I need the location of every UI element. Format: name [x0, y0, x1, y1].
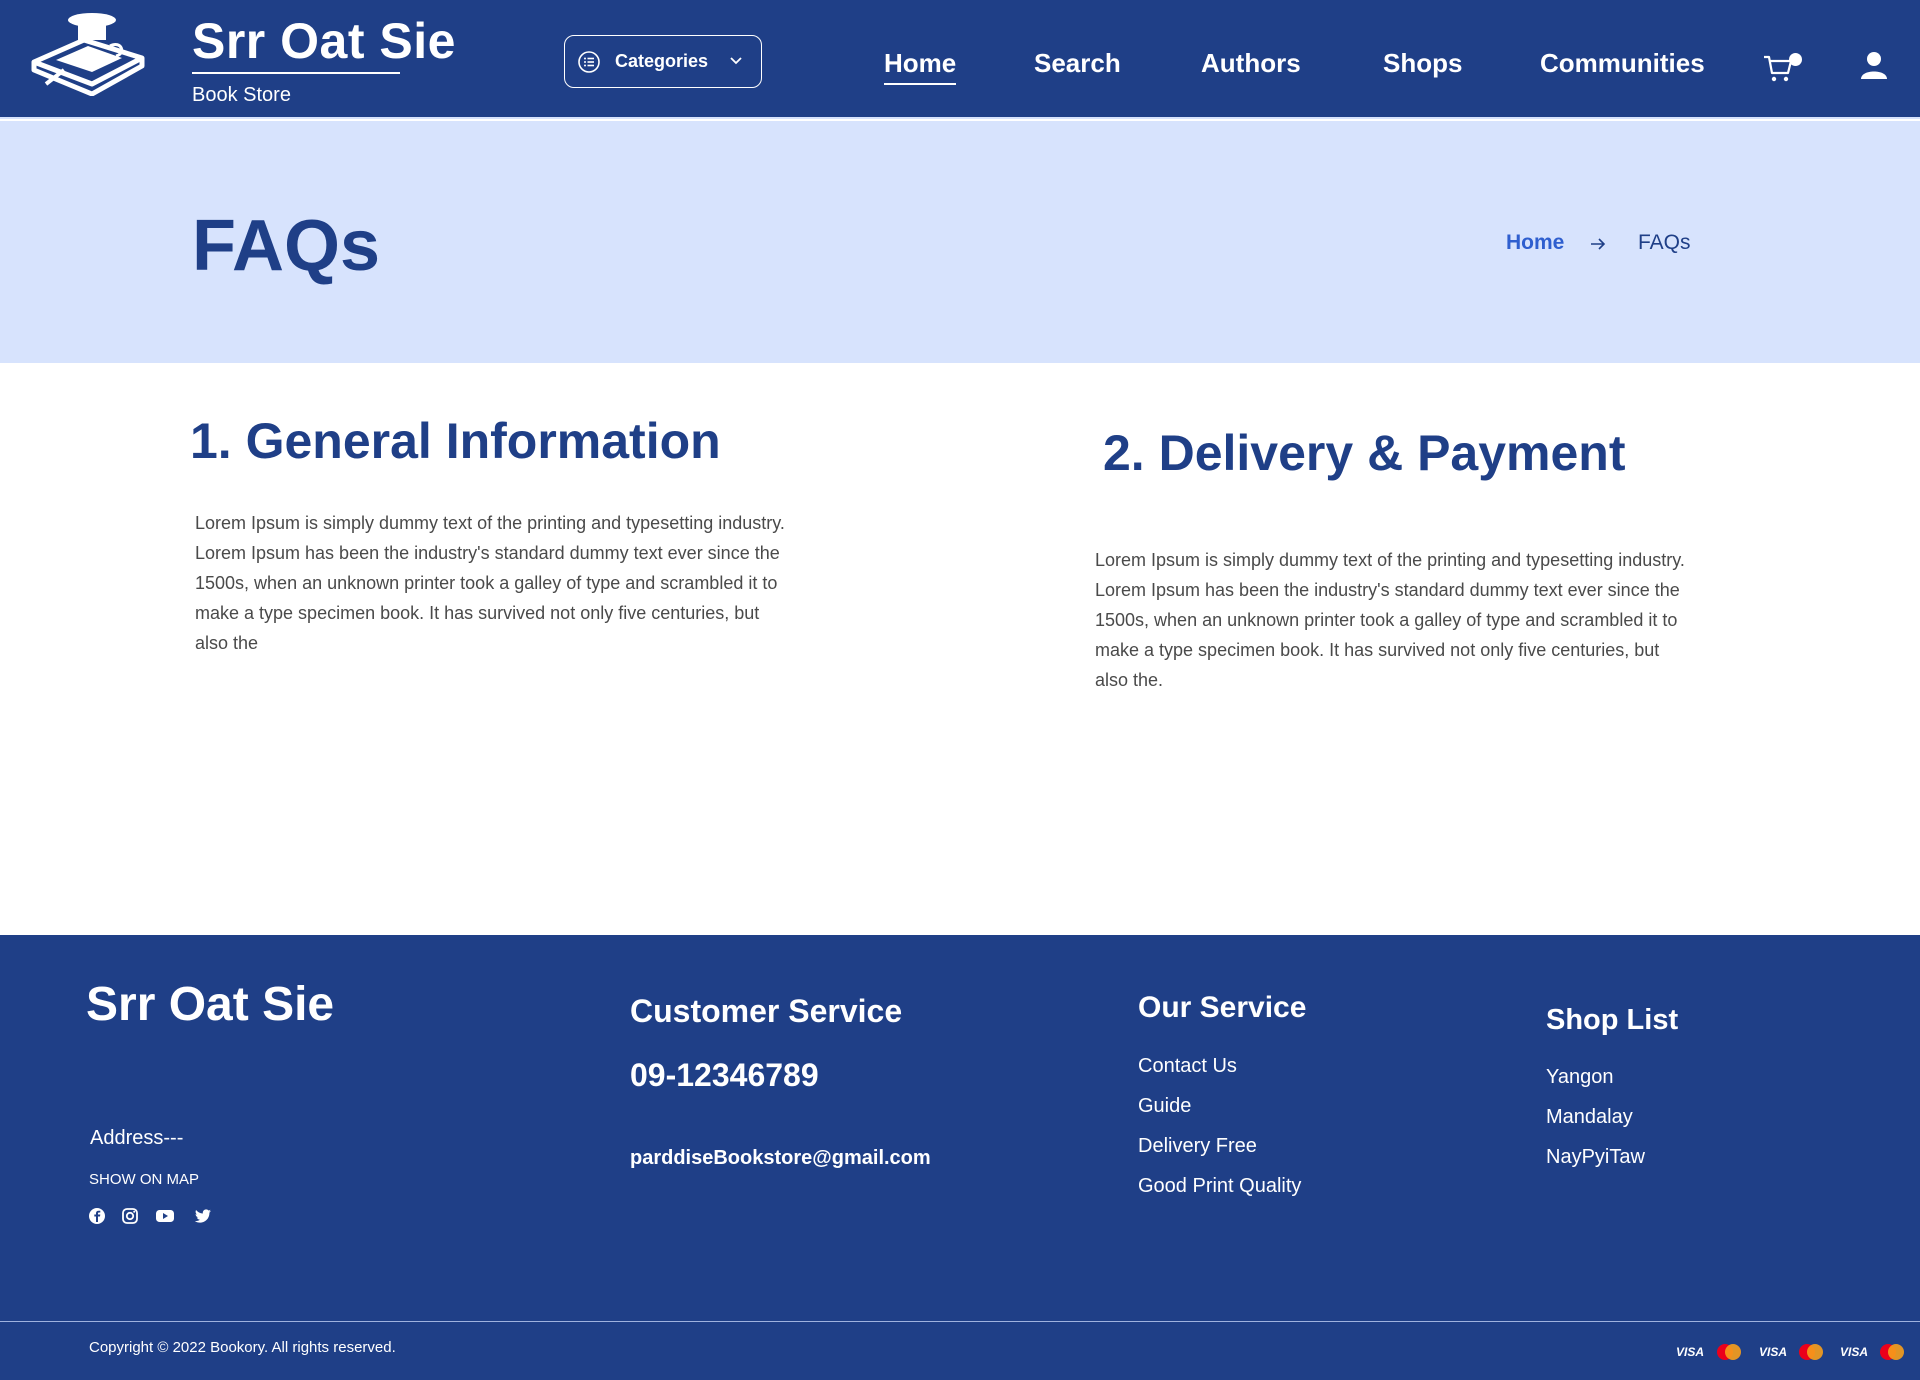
customer-service-phone[interactable]: 09-12346789 — [630, 1057, 819, 1094]
section-number: 2. — [1103, 425, 1145, 481]
section-title-text: Delivery & Payment — [1158, 425, 1626, 481]
categories-label: Categories — [615, 51, 709, 71]
cart-badge — [1789, 53, 1802, 66]
shop-mandalay[interactable]: Mandalay — [1546, 1106, 1633, 1129]
customer-service-heading: Customer Service — [630, 993, 903, 1029]
section-title-text: General Information — [245, 413, 721, 469]
categories-button[interactable]: Categories — [564, 35, 762, 88]
visa-icon: VISA — [1839, 1345, 1868, 1359]
footer-address: Address--- — [90, 1127, 184, 1149]
mastercard-icon — [1799, 1344, 1823, 1360]
site-footer: Srr Oat Sie Address--- SHOW ON MAP Custo… — [0, 935, 1920, 1380]
nav-home[interactable]: Home — [884, 48, 957, 85]
nav-search[interactable]: Search — [1034, 48, 1121, 79]
book-logo-icon[interactable] — [26, 10, 150, 96]
breadcrumb-current: FAQs — [1638, 231, 1691, 254]
brand-subtitle: Book Store — [192, 84, 291, 106]
nav-communities[interactable]: Communities — [1540, 48, 1705, 79]
list-icon — [578, 50, 600, 73]
nav-authors[interactable]: Authors — [1201, 48, 1301, 79]
link-guide[interactable]: Guide — [1138, 1095, 1191, 1118]
section-delivery-body: Lorem Ipsum is simply dummy text of the … — [1095, 550, 1685, 690]
link-good-print-quality[interactable]: Good Print Quality — [1138, 1175, 1301, 1198]
customer-service-email[interactable]: parddiseBookstore@gmail.com — [630, 1147, 931, 1170]
twitter-icon[interactable] — [194, 1207, 212, 1225]
facebook-icon[interactable] — [88, 1207, 106, 1225]
section-general-body: Lorem Ipsum is simply dummy text of the … — [195, 513, 785, 653]
shop-list-heading: Shop List — [1546, 1004, 1679, 1036]
breadcrumb-home[interactable]: Home — [1506, 231, 1564, 255]
copyright-text: Copyright © 2022 Bookory. All rights res… — [89, 1339, 396, 1356]
shop-yangon[interactable]: Yangon — [1546, 1066, 1613, 1089]
page-title: FAQs — [192, 206, 381, 286]
brand-underline — [192, 72, 400, 74]
nav-shops[interactable]: Shops — [1383, 48, 1462, 79]
link-delivery-free[interactable]: Delivery Free — [1138, 1135, 1257, 1158]
shop-naypyitaw[interactable]: NayPyiTaw — [1546, 1146, 1645, 1169]
site-header: Srr Oat Sie Book Store Categories Home S… — [0, 0, 1920, 119]
section-delivery-title: 2. Delivery & Payment — [1103, 424, 1626, 482]
section-number: 1. — [190, 413, 232, 469]
user-icon[interactable] — [1859, 50, 1889, 80]
mastercard-icon — [1880, 1344, 1904, 1360]
show-on-map-link[interactable]: SHOW ON MAP — [89, 1171, 199, 1188]
visa-icon: VISA — [1675, 1345, 1704, 1359]
our-service-heading: Our Service — [1138, 991, 1307, 1024]
footer-brand[interactable]: Srr Oat Sie — [86, 977, 334, 1032]
page-hero: FAQs Home FAQs — [0, 121, 1920, 363]
visa-icon: VISA — [1758, 1345, 1787, 1359]
instagram-icon[interactable] — [121, 1207, 139, 1225]
mastercard-icon — [1717, 1344, 1741, 1360]
link-contact-us[interactable]: Contact Us — [1138, 1055, 1237, 1078]
footer-divider — [0, 1321, 1920, 1322]
brand-title[interactable]: Srr Oat Sie — [192, 12, 456, 70]
chevron-down-icon — [730, 57, 742, 65]
youtube-icon[interactable] — [155, 1207, 175, 1225]
section-general-title: 1. General Information — [190, 412, 721, 470]
arrow-right-icon — [1591, 238, 1606, 250]
